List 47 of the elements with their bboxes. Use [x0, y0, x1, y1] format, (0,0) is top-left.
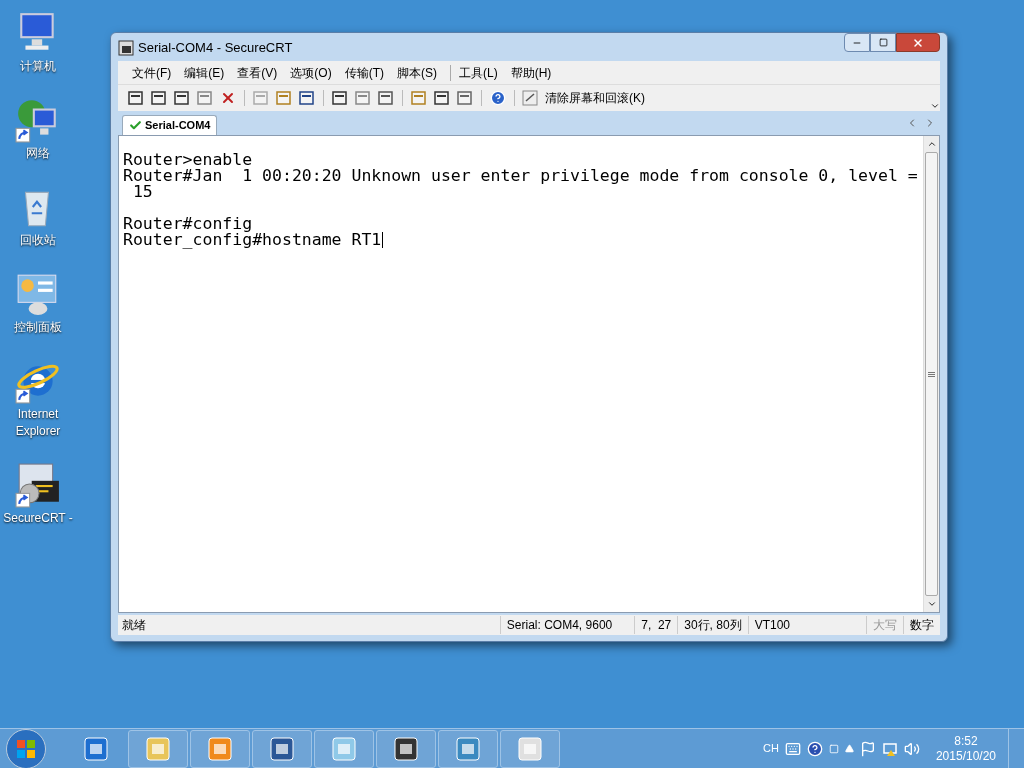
taskbar-button[interactable]: [376, 729, 436, 768]
show-hidden-icons[interactable]: [844, 744, 854, 753]
terminal-line: 15: [131, 184, 153, 200]
windows-logo: [16, 738, 36, 759]
menu-item[interactable]: 编辑(E): [184, 63, 225, 82]
flag-icon[interactable]: [859, 740, 876, 757]
app-icon: [118, 40, 134, 56]
maximize-icon: [878, 38, 888, 47]
status-field: 大写: [866, 616, 903, 634]
status-field: 数字: [903, 616, 940, 634]
terminal-line: Router#config: [123, 216, 253, 232]
menu-item[interactable]: 选项(O): [290, 63, 332, 82]
close-button[interactable]: [896, 33, 940, 52]
clear-screen-button[interactable]: 清除屏幕和回滚(K): [521, 89, 645, 107]
status-field: 7, 27: [634, 616, 678, 634]
help-icon[interactable]: [488, 88, 508, 108]
text-cursor: [382, 232, 384, 248]
menu-item[interactable]: 传输(T): [344, 63, 384, 82]
scroll-thumb[interactable]: [925, 152, 938, 596]
status-field: 30行, 80列: [677, 616, 748, 634]
close-icon: [912, 36, 924, 49]
volume-icon[interactable]: [903, 740, 920, 757]
menu-item[interactable]: 查看(V): [237, 63, 278, 82]
menu-item[interactable]: 脚本(S): [397, 63, 437, 82]
window-icon[interactable]: [828, 743, 839, 754]
maximize-button[interactable]: [870, 33, 896, 52]
menu-item[interactable]: 文件(F): [132, 63, 172, 82]
status-message: 就绪: [121, 617, 147, 634]
clear-screen-icon: [521, 89, 539, 107]
help-icon[interactable]: [806, 740, 823, 757]
terminal-line: Router>enable: [123, 152, 253, 168]
menu-item[interactable]: 帮助(H): [510, 63, 552, 82]
session-tab[interactable]: Serial-COM4: [122, 115, 218, 135]
start-button[interactable]: [6, 728, 46, 768]
toolbar-overflow-icon[interactable]: [930, 101, 940, 111]
vertical-scrollbar[interactable]: [923, 136, 939, 612]
menu-item[interactable]: 工具(L): [459, 63, 498, 82]
terminal-line: Router#Jan 1 00:20:20 Unknown user enter privilege mode from console 0, level =: [123, 168, 918, 184]
minimize-button[interactable]: [844, 33, 870, 52]
scroll-down-icon[interactable]: [926, 599, 937, 609]
window-title: Serial-COM4 - SecureCRT: [138, 39, 293, 58]
status-field: VT100: [747, 616, 796, 634]
scroll-up-icon[interactable]: [926, 139, 937, 149]
terminal-line: Router_config#hostname RT1: [123, 232, 382, 248]
status-field: Serial: COM4, 9600: [499, 616, 635, 634]
keyboard-icon[interactable]: [784, 740, 801, 757]
taskbar-button[interactable]: [252, 729, 312, 768]
